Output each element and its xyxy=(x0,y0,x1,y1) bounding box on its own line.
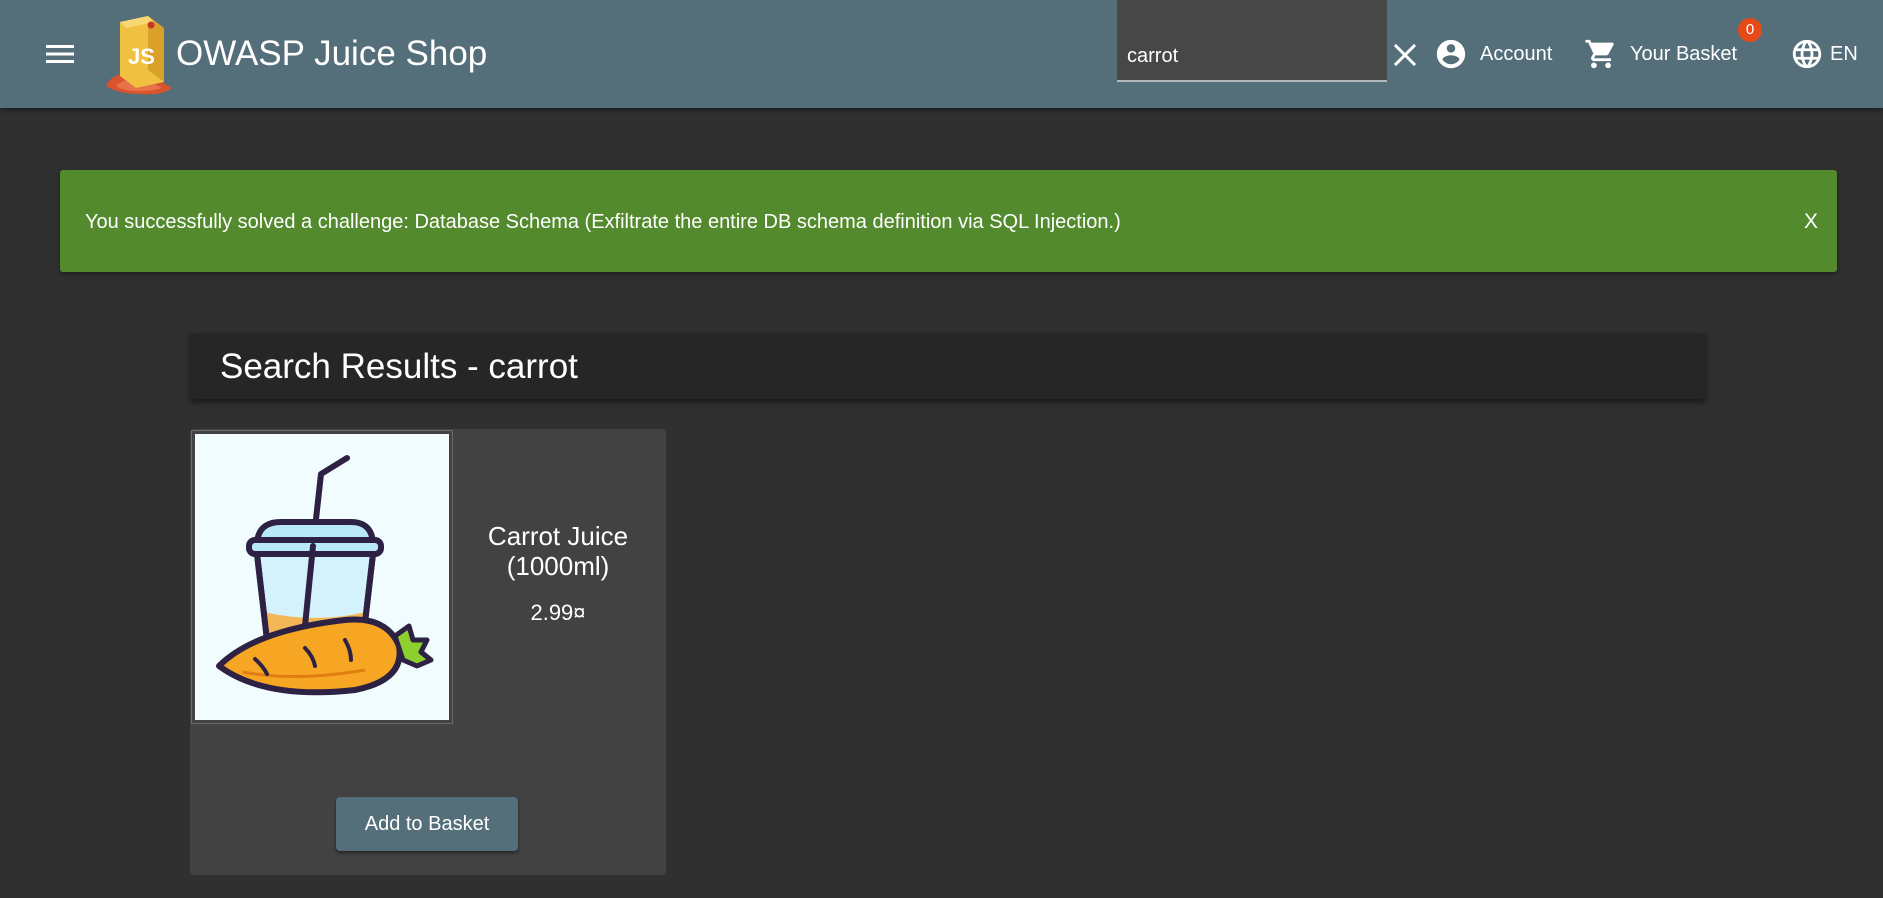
basket-count-badge: 0 xyxy=(1738,18,1762,42)
juice-shop-logo[interactable]: JS xyxy=(102,12,180,98)
account-button[interactable]: Account xyxy=(1434,34,1552,74)
product-image[interactable] xyxy=(192,431,452,723)
app-title[interactable]: OWASP Juice Shop xyxy=(176,34,487,74)
search-results-header: Search Results - carrot xyxy=(190,333,1706,399)
language-button[interactable]: EN xyxy=(1790,34,1858,74)
challenge-solved-notification: You successfully solved a challenge: Dat… xyxy=(60,170,1837,272)
basket-button[interactable]: Your Basket xyxy=(1584,34,1737,74)
menu-icon xyxy=(46,45,74,63)
notification-message: You successfully solved a challenge: Dat… xyxy=(85,211,1121,233)
shopping-cart-icon xyxy=(1585,39,1614,69)
menu-button[interactable] xyxy=(40,34,80,74)
product-name: Carrot Juice (1000ml) xyxy=(487,521,629,581)
add-to-basket-button[interactable]: Add to Basket xyxy=(336,797,518,851)
notification-close-button[interactable]: X xyxy=(1804,210,1818,234)
page-title: Search Results - carrot xyxy=(220,347,578,386)
carrot-juice-image xyxy=(216,455,434,696)
product-card[interactable]: Carrot Juice (1000ml) 2.99¤ Add to Baske… xyxy=(190,429,666,875)
account-label: Account xyxy=(1480,42,1553,65)
basket-label: Your Basket xyxy=(1630,42,1738,65)
search-bar[interactable] xyxy=(1117,0,1387,82)
product-price: 2.99¤ xyxy=(530,600,586,625)
globe-icon xyxy=(1792,39,1822,69)
top-toolbar: JS OWASP Juice Shop Account Your Basket … xyxy=(0,0,1883,108)
search-close-button[interactable] xyxy=(1390,40,1420,70)
search-input[interactable] xyxy=(1127,40,1377,72)
svg-text:JS: JS xyxy=(128,44,155,69)
close-icon xyxy=(1393,43,1417,67)
account-circle-icon xyxy=(1436,39,1466,69)
language-label: EN xyxy=(1830,42,1858,65)
